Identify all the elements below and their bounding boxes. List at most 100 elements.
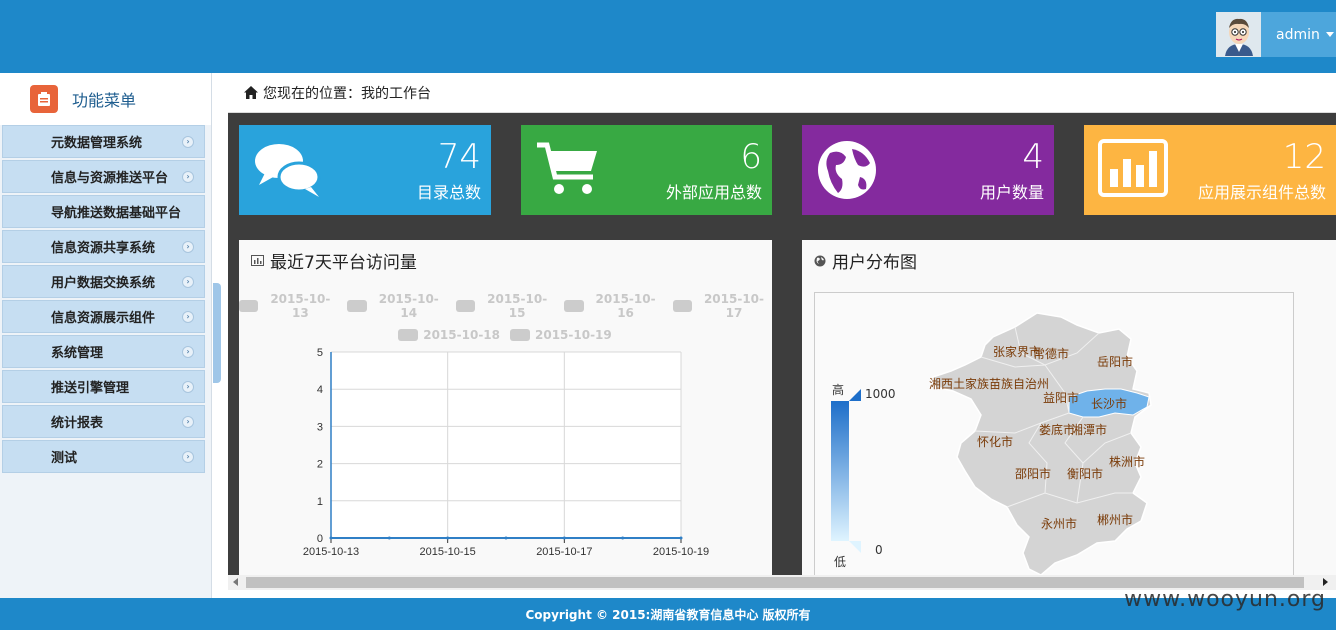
cart-icon <box>537 142 597 194</box>
bar-chart-icon <box>1098 139 1168 197</box>
avatar <box>1216 12 1261 57</box>
city-label: 衡阳市 <box>1067 467 1104 481</box>
city-label: 邵阳市 <box>1015 467 1052 481</box>
scroll-left-icon[interactable] <box>233 578 238 586</box>
stat-value: 4 <box>1022 137 1044 177</box>
user-menu[interactable]: admin <box>1216 12 1336 57</box>
chevron-right-icon: › <box>182 416 194 428</box>
chevron-right-icon: › <box>182 136 194 148</box>
sidebar-item[interactable]: 元数据管理系统 › <box>2 125 205 158</box>
stat-label: 外部应用总数 <box>665 183 762 202</box>
sidebar: 功能菜单 元数据管理系统 › 信息与资源推送平台 › 导航推送数据基础平台 信息资源共享系… <box>0 73 212 598</box>
x-tick-label: 2015-10-13 <box>303 546 359 558</box>
sidebar-title: 功能菜单 <box>72 91 137 110</box>
stat-label: 用户数量 <box>979 183 1044 202</box>
sidebar-item-label: 系统管理 <box>51 346 104 361</box>
city-label: 株洲市 <box>1109 455 1146 469</box>
city-label: 长沙市 <box>1091 397 1128 411</box>
x-tick-label: 2015-10-17 <box>536 546 592 558</box>
sidebar-item[interactable]: 系统管理 › <box>2 335 205 368</box>
visits-panel: 最近7天平台访问量 2015-10-13 2015-10-14 2015-10-15… <box>238 240 772 575</box>
dashboard-content: 74 目录总数 6 外部应用总数 4 用户数量 12 应用展示组件总数 最近7天… <box>228 113 1336 575</box>
map-frame: 高 1000 0 低 张家界市 常德市 岳阳市 湘西土家族苗族自治州 益阳市 长沙市 怀化市… <box>814 292 1294 575</box>
city-label: 永州市 <box>1041 517 1078 531</box>
clipboard-icon <box>30 85 58 113</box>
chat-icon <box>255 144 321 197</box>
plot-area <box>331 352 681 538</box>
stat-card-widgets[interactable]: 12 应用展示组件总数 <box>1084 125 1336 215</box>
sidebar-item[interactable]: 信息资源共享系统 › <box>2 230 205 263</box>
stat-value: 12 <box>1282 137 1326 177</box>
chevron-right-icon: › <box>182 241 194 253</box>
map-title: 用户分布图 <box>832 253 917 273</box>
data-point <box>329 536 333 540</box>
sidebar-item-label: 信息与资源推送平台 <box>51 171 169 186</box>
chevron-right-icon: › <box>182 451 194 463</box>
data-point <box>446 536 450 540</box>
sidebar-header: 功能菜单 <box>0 73 211 125</box>
city-label: 益阳市 <box>1043 391 1080 405</box>
y-tick-label: 2 <box>317 459 323 471</box>
city-label: 常德市 <box>1033 347 1070 361</box>
breadcrumb-text: 您现在的位置：我的工作台 <box>263 85 431 102</box>
globe-icon <box>814 255 826 266</box>
panel-title: 用户分布图 <box>814 248 917 273</box>
data-point <box>621 536 625 540</box>
sidebar-collapse-handle[interactable] <box>213 283 221 383</box>
stat-card-catalogs[interactable]: 74 目录总数 <box>239 125 491 215</box>
sidebar-item-label: 推送引擎管理 <box>51 381 130 396</box>
stat-label: 目录总数 <box>416 183 481 202</box>
breadcrumb: 您现在的位置：我的工作台 <box>228 73 1336 113</box>
y-tick-label: 0 <box>317 533 323 545</box>
sidebar-item-label: 信息资源展示组件 <box>51 311 156 326</box>
sidebar-item-label: 信息资源共享系统 <box>51 241 156 256</box>
sidebar-item[interactable]: 导航推送数据基础平台 <box>2 195 205 228</box>
sidebar-item[interactable]: 信息与资源推送平台 › <box>2 160 205 193</box>
data-point <box>387 536 391 540</box>
y-tick-label: 3 <box>317 421 323 433</box>
data-point <box>562 536 566 540</box>
copyright-text: Copyright © 2015:湖南省教育信息中心 版权所有 <box>525 607 811 622</box>
sidebar-item[interactable]: 统计报表 › <box>2 405 205 438</box>
sidebar-item[interactable]: 用户数据交换系统 › <box>2 265 205 298</box>
city-label: 怀化市 <box>977 435 1014 449</box>
sidebar-item[interactable]: 信息资源展示组件 › <box>2 300 205 333</box>
stat-card-users[interactable]: 4 用户数量 <box>802 125 1054 215</box>
sidebar-item-label: 测试 <box>51 451 78 466</box>
city-label: 湘西土家族苗族自治州 <box>929 377 1050 391</box>
scroll-right-icon[interactable] <box>1323 578 1328 586</box>
top-bar: admin <box>0 0 1336 73</box>
home-icon <box>244 86 258 99</box>
chevron-down-icon <box>1325 32 1334 37</box>
sidebar-item-label: 统计报表 <box>51 416 104 431</box>
stat-label: 应用展示组件总数 <box>1197 183 1326 202</box>
user-name: admin <box>1276 26 1320 43</box>
chevron-right-icon: › <box>182 276 194 288</box>
city-label: 岳阳市 <box>1097 355 1134 369</box>
y-tick-label: 1 <box>317 496 323 508</box>
globe-icon <box>818 141 876 199</box>
stat-value: 6 <box>740 137 762 177</box>
sidebar-item-label: 导航推送数据基础平台 <box>51 206 182 221</box>
map-panel: 用户分布图 高 1000 0 低 张家界市 常德市 岳阳市 湘西土家族苗族自治州… <box>802 240 1336 575</box>
chevron-right-icon: › <box>182 346 194 358</box>
sidebar-item[interactable]: 推送引擎管理 › <box>2 370 205 403</box>
visits-line-chart: 0 1 2 3 4 5 2015-10-13 2015-10-15 2015-10-17 2015… <box>303 347 709 558</box>
menu-list: 元数据管理系统 › 信息与资源推送平台 › 导航推送数据基础平台 信息资源共享系统 › 用户数… <box>0 125 211 473</box>
sidebar-item-label: 元数据管理系统 <box>51 136 143 151</box>
sidebar-item-label: 用户数据交换系统 <box>51 276 156 291</box>
watermark: www.wooyun.org <box>1124 587 1326 612</box>
stat-card-external-apps[interactable]: 6 外部应用总数 <box>521 125 772 215</box>
x-tick-label: 2015-10-15 <box>420 546 476 558</box>
city-label: 湘潭市 <box>1071 423 1108 437</box>
chevron-right-icon: › <box>182 171 194 183</box>
x-tick-label: 2015-10-19 <box>653 546 709 558</box>
y-tick-label: 4 <box>317 384 323 396</box>
data-point <box>679 536 683 540</box>
chevron-right-icon: › <box>182 311 194 323</box>
data-point <box>504 536 508 540</box>
stat-value: 74 <box>437 137 481 177</box>
city-label: 娄底市 <box>1039 423 1076 437</box>
sidebar-item[interactable]: 测试 › <box>2 440 205 473</box>
chevron-right-icon: › <box>182 381 194 393</box>
